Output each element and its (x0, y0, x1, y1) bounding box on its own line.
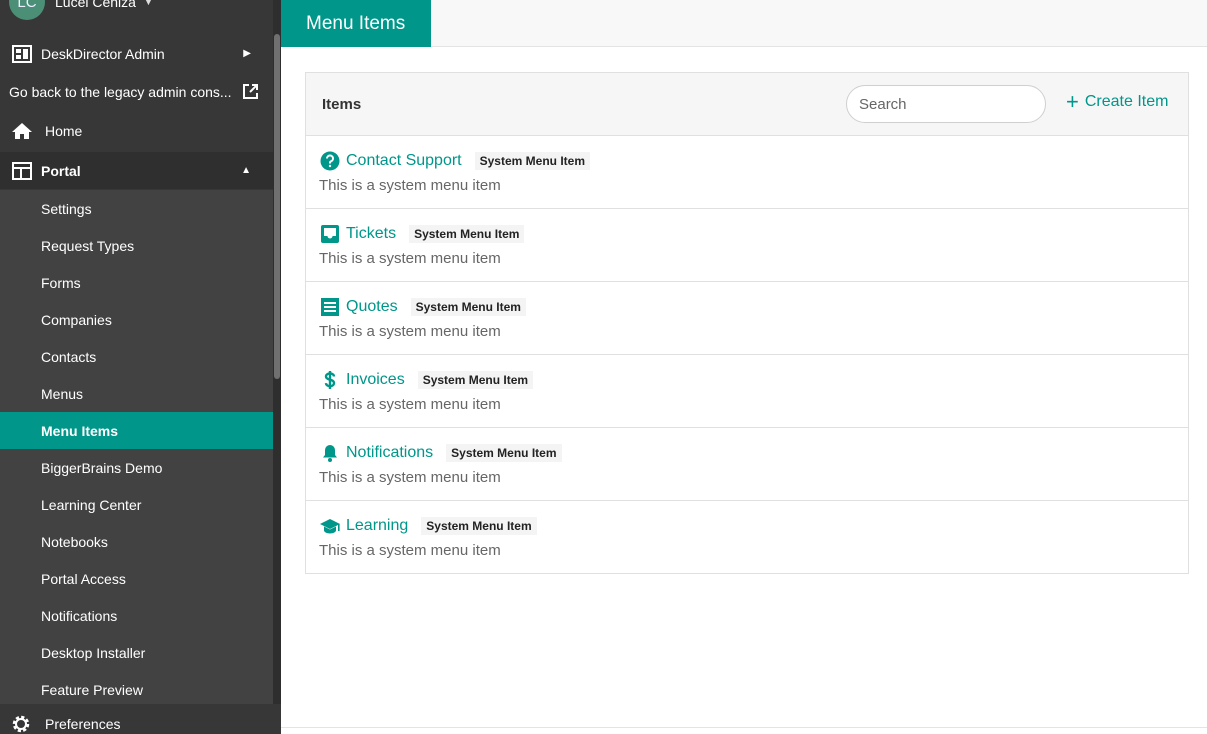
sidebar-item-label: Home (45, 122, 83, 139)
list-item-header: Contact Support System Menu Item (319, 150, 590, 172)
create-item-button[interactable]: + Create Item (1066, 89, 1169, 114)
search-input[interactable] (846, 85, 1046, 123)
home-icon (11, 121, 33, 141)
panel-header: Items + Create Item (306, 73, 1188, 136)
sidebar-item-label: Portal (41, 162, 81, 179)
list-item-description: This is a system menu item (319, 177, 501, 194)
sidebar-item-preferences[interactable]: Preferences (0, 704, 281, 734)
subnav-item-companies[interactable]: Companies (0, 301, 273, 338)
legacy-admin-label: Go back to the legacy admin cons... (9, 84, 232, 100)
list-item[interactable]: Notifications System Menu Item This is a… (306, 428, 1188, 501)
user-name: Lucel Ceniza (55, 0, 136, 10)
caret-up-icon: ▲ (241, 165, 251, 176)
list-item-description: This is a system menu item (319, 250, 501, 267)
graduation-cap-icon (319, 515, 341, 537)
list-item-title[interactable]: Learning (346, 517, 408, 535)
list-item-header: Tickets System Menu Item (319, 223, 525, 245)
list-item[interactable]: Contact Support System Menu Item This is… (306, 136, 1188, 209)
list-item-title[interactable]: Notifications (346, 444, 433, 462)
subnav-item-forms[interactable]: Forms (0, 264, 273, 301)
sidebar-scrollbar-thumb[interactable] (274, 34, 280, 379)
page-title: Menu Items (281, 0, 431, 47)
subnav-item-contacts[interactable]: Contacts (0, 338, 273, 375)
list-item-description: This is a system menu item (319, 396, 501, 413)
subnav-item-notebooks[interactable]: Notebooks (0, 523, 273, 560)
footer-divider (281, 727, 1207, 728)
list-item-header: Quotes System Menu Item (319, 296, 526, 318)
list-item-description: This is a system menu item (319, 323, 501, 340)
list-item[interactable]: Tickets System Menu Item This is a syste… (306, 209, 1188, 282)
browser-window-icon (11, 161, 33, 181)
subnav-item-learning-center[interactable]: Learning Center (0, 486, 273, 523)
subnav-item-menu-items[interactable]: Menu Items (0, 412, 273, 449)
subnav-item-settings[interactable]: Settings (0, 190, 273, 227)
plus-icon: + (1066, 89, 1079, 114)
list-item-title[interactable]: Contact Support (346, 152, 462, 170)
panel-title: Items (322, 96, 362, 113)
subnav-item-desktop-installer[interactable]: Desktop Installer (0, 634, 273, 671)
subnav-item-portal-access[interactable]: Portal Access (0, 560, 273, 597)
system-badge: System Menu Item (417, 371, 534, 389)
caret-down-icon: ▼ (143, 0, 153, 7)
user-menu[interactable]: LC Lucel Ceniza ▼ (0, 0, 273, 20)
sidebar-item-label: DeskDirector Admin (41, 45, 165, 62)
list-item-title[interactable]: Invoices (346, 371, 405, 389)
dollar-icon (319, 369, 341, 391)
sidebar-item-deskdirector-admin[interactable]: DeskDirector Admin ▶ (0, 35, 273, 72)
list-item[interactable]: Learning System Menu Item This is a syst… (306, 501, 1188, 574)
subnav-item-request-types[interactable]: Request Types (0, 227, 273, 264)
help-circle-icon (319, 150, 341, 172)
portal-subnav: Settings Request Types Forms Companies C… (0, 190, 273, 704)
list-item[interactable]: Invoices System Menu Item This is a syst… (306, 355, 1188, 428)
list-item-description: This is a system menu item (319, 542, 501, 559)
system-badge: System Menu Item (421, 517, 537, 535)
gear-icon (11, 714, 33, 734)
top-bar: Menu Items (281, 0, 1207, 47)
list-item-title[interactable]: Quotes (346, 298, 398, 316)
bell-icon (319, 442, 341, 464)
sidebar-item-home[interactable]: Home (0, 112, 273, 149)
list-item-title[interactable]: Tickets (346, 225, 396, 243)
sidebar-item-label: Preferences (45, 716, 121, 732)
dashboard-icon (11, 44, 33, 64)
legacy-admin-link[interactable]: Go back to the legacy admin cons... (0, 73, 273, 111)
subnav-item-menus[interactable]: Menus (0, 375, 273, 412)
sidebar: LC Lucel Ceniza ▼ DeskDirector Admin ▶ G… (0, 0, 281, 734)
subnav-item-feature-preview[interactable]: Feature Preview (0, 671, 273, 708)
create-item-label: Create Item (1084, 93, 1169, 110)
list-item-header: Invoices System Menu Item (319, 369, 534, 391)
items-panel: Items + Create Item Contact Support Syst… (305, 72, 1189, 574)
inbox-icon (319, 223, 341, 245)
list-item[interactable]: Quotes System Menu Item This is a system… (306, 282, 1188, 355)
subnav-item-notifications[interactable]: Notifications (0, 597, 273, 634)
sidebar-item-portal[interactable]: Portal ▲ (0, 152, 273, 189)
system-badge: System Menu Item (474, 152, 590, 170)
system-badge: System Menu Item (446, 444, 562, 462)
list-item-description: This is a system menu item (319, 469, 501, 486)
system-badge: System Menu Item (410, 298, 526, 316)
subnav-item-biggerbrains-demo[interactable]: BiggerBrains Demo (0, 449, 273, 486)
avatar: LC (9, 0, 45, 20)
list-item-header: Notifications System Menu Item (319, 442, 562, 464)
list-item-header: Learning System Menu Item (319, 515, 537, 537)
system-badge: System Menu Item (409, 225, 525, 243)
external-link-icon (242, 83, 259, 103)
receipt-icon (319, 296, 341, 318)
chevron-right-icon: ▶ (243, 48, 251, 59)
